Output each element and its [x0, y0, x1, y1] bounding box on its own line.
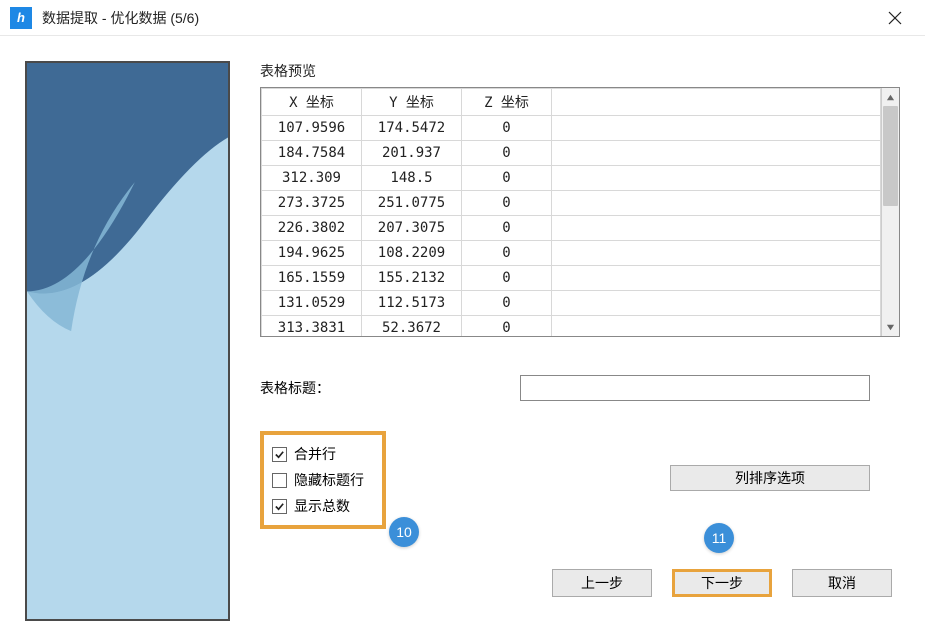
table-row[interactable]: 165.1559155.21320 [262, 266, 881, 291]
table-cell: 226.3802 [262, 216, 362, 241]
table-row[interactable]: 273.3725251.07750 [262, 191, 881, 216]
table-cell: 0 [462, 216, 552, 241]
table-cell: 0 [462, 241, 552, 266]
table-cell: 184.7584 [262, 141, 362, 166]
col-header-y[interactable]: Y 坐标 [362, 89, 462, 116]
table-row[interactable]: 194.9625108.22090 [262, 241, 881, 266]
table-row[interactable]: 226.3802207.30750 [262, 216, 881, 241]
table-row[interactable]: 313.383152.36720 [262, 316, 881, 337]
table-cell-empty [552, 141, 881, 166]
checkbox-show-total[interactable]: 显示总数 [272, 493, 364, 519]
window-title: 数据提取 - 优化数据 (5/6) [42, 8, 875, 28]
checkbox-label: 显示总数 [294, 496, 350, 516]
scroll-down-button[interactable] [882, 318, 899, 336]
table-preview-label: 表格预览 [260, 61, 900, 81]
callout-badge-10: 10 [389, 517, 419, 547]
app-icon: h [10, 7, 32, 29]
col-header-x[interactable]: X 坐标 [262, 89, 362, 116]
prev-button[interactable]: 上一步 [552, 569, 652, 597]
table-cell-empty [552, 316, 881, 337]
table-cell: 0 [462, 191, 552, 216]
options-highlight-box: 合并行 隐藏标题行 显示总数 10 [260, 431, 386, 529]
table-row[interactable]: 131.0529112.51730 [262, 291, 881, 316]
table-cell: 174.5472 [362, 116, 462, 141]
col-header-z[interactable]: Z 坐标 [462, 89, 552, 116]
cancel-button[interactable]: 取消 [792, 569, 892, 597]
scroll-up-button[interactable] [882, 88, 899, 106]
table-cell: 0 [462, 116, 552, 141]
table-cell-empty [552, 241, 881, 266]
table-cell: 313.3831 [262, 316, 362, 337]
callout-badge-11: 11 [704, 523, 734, 553]
table-cell: 165.1559 [262, 266, 362, 291]
table-scrollbar[interactable] [881, 88, 899, 336]
close-button[interactable] [875, 0, 915, 36]
table-cell: 194.9625 [262, 241, 362, 266]
col-header-empty [552, 89, 881, 116]
checkbox-icon [272, 447, 287, 462]
table-title-input[interactable] [520, 375, 870, 401]
table-cell: 0 [462, 316, 552, 337]
table-cell-empty [552, 266, 881, 291]
table-cell: 312.309 [262, 166, 362, 191]
table-cell: 107.9596 [262, 116, 362, 141]
table-header-row: X 坐标 Y 坐标 Z 坐标 [262, 89, 881, 116]
table-cell: 108.2209 [362, 241, 462, 266]
checkbox-merge-rows[interactable]: 合并行 [272, 441, 364, 467]
chevron-up-icon [886, 93, 895, 102]
next-button[interactable]: 下一步 [672, 569, 772, 597]
chevron-down-icon [886, 323, 895, 332]
table-row[interactable]: 107.9596174.54720 [262, 116, 881, 141]
table-cell: 52.3672 [362, 316, 462, 337]
checkbox-hide-header[interactable]: 隐藏标题行 [272, 467, 364, 493]
table-row[interactable]: 312.309148.50 [262, 166, 881, 191]
table-cell-empty [552, 216, 881, 241]
table-cell: 131.0529 [262, 291, 362, 316]
scroll-thumb[interactable] [883, 106, 898, 206]
table-cell-empty [552, 291, 881, 316]
titlebar: h 数据提取 - 优化数据 (5/6) [0, 0, 925, 36]
table-cell-empty [552, 191, 881, 216]
table-title-label: 表格标题： [260, 378, 520, 398]
preview-page-graphic [25, 61, 230, 621]
table-cell: 0 [462, 141, 552, 166]
table-cell: 251.0775 [362, 191, 462, 216]
close-icon [888, 11, 902, 25]
table-cell: 201.937 [362, 141, 462, 166]
table-cell: 0 [462, 291, 552, 316]
checkbox-icon [272, 473, 287, 488]
table-cell: 207.3075 [362, 216, 462, 241]
table-row[interactable]: 184.7584201.9370 [262, 141, 881, 166]
table-cell-empty [552, 116, 881, 141]
checkbox-icon [272, 499, 287, 514]
checkbox-label: 隐藏标题行 [294, 470, 364, 490]
table-cell-empty [552, 166, 881, 191]
table-cell: 148.5 [362, 166, 462, 191]
table-preview: X 坐标 Y 坐标 Z 坐标 107.9596174.54720184.7584… [260, 87, 900, 337]
column-sort-options-button[interactable]: 列排序选项 [670, 465, 870, 491]
table-cell: 0 [462, 166, 552, 191]
table-cell: 273.3725 [262, 191, 362, 216]
table-cell: 155.2132 [362, 266, 462, 291]
checkbox-label: 合并行 [294, 444, 336, 464]
table-cell: 112.5173 [362, 291, 462, 316]
table-cell: 0 [462, 266, 552, 291]
